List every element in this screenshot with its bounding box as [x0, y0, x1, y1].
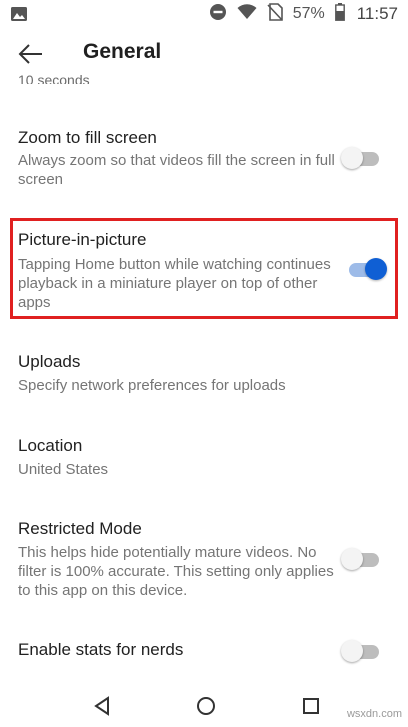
no-sim-icon: [267, 2, 283, 26]
zoom-toggle[interactable]: [341, 146, 381, 169]
setting-location[interactable]: Location United States: [0, 426, 408, 486]
toggle-thumb: [341, 548, 363, 570]
setting-description: This helps hide potentially mature video…: [18, 544, 334, 599]
back-triangle-icon[interactable]: [93, 696, 111, 721]
restricted-mode-toggle[interactable]: [341, 547, 381, 570]
battery-percent: 57%: [292, 5, 325, 22]
toggle-thumb: [341, 640, 363, 662]
recents-square-icon[interactable]: [302, 696, 320, 721]
setting-title: Uploads: [18, 352, 81, 371]
setting-description: Always zoom so that videos fill the scre…: [18, 152, 335, 188]
navigation-bar: [0, 686, 408, 727]
setting-zoom-to-fill-screen[interactable]: Zoom to fill screen Always zoom so that …: [0, 118, 408, 198]
page-title: General: [83, 40, 162, 63]
setting-title: Enable stats for nerds: [18, 640, 184, 659]
status-bar: 57% 11:57: [0, 0, 408, 28]
setting-title: Restricted Mode: [18, 519, 142, 538]
arrow-left-icon[interactable]: [18, 42, 44, 66]
setting-uploads[interactable]: Uploads Specify network preferences for …: [0, 342, 408, 402]
battery-icon: [334, 2, 345, 26]
toggle-thumb: [341, 147, 363, 169]
setting-restricted-mode[interactable]: Restricted Mode This helps hide potentia…: [0, 509, 408, 604]
clock: 11:57: [356, 4, 398, 23]
wifi-icon: [237, 3, 257, 25]
do-not-disturb-icon: [209, 3, 227, 26]
setting-title: Zoom to fill screen: [18, 128, 157, 147]
cut-off-setting-text: 10 seconds: [18, 72, 90, 84]
highlight-box: [10, 218, 398, 319]
setting-stats-for-nerds[interactable]: Enable stats for nerds: [0, 630, 408, 674]
setting-description: Specify network preferences for uploads: [18, 377, 286, 394]
image-icon: [10, 6, 28, 27]
stats-for-nerds-toggle[interactable]: [341, 639, 381, 662]
setting-description: United States: [18, 461, 109, 478]
watermark: wsxdn.com: [346, 708, 402, 720]
home-circle-icon[interactable]: [196, 696, 216, 721]
setting-title: Location: [18, 436, 83, 455]
